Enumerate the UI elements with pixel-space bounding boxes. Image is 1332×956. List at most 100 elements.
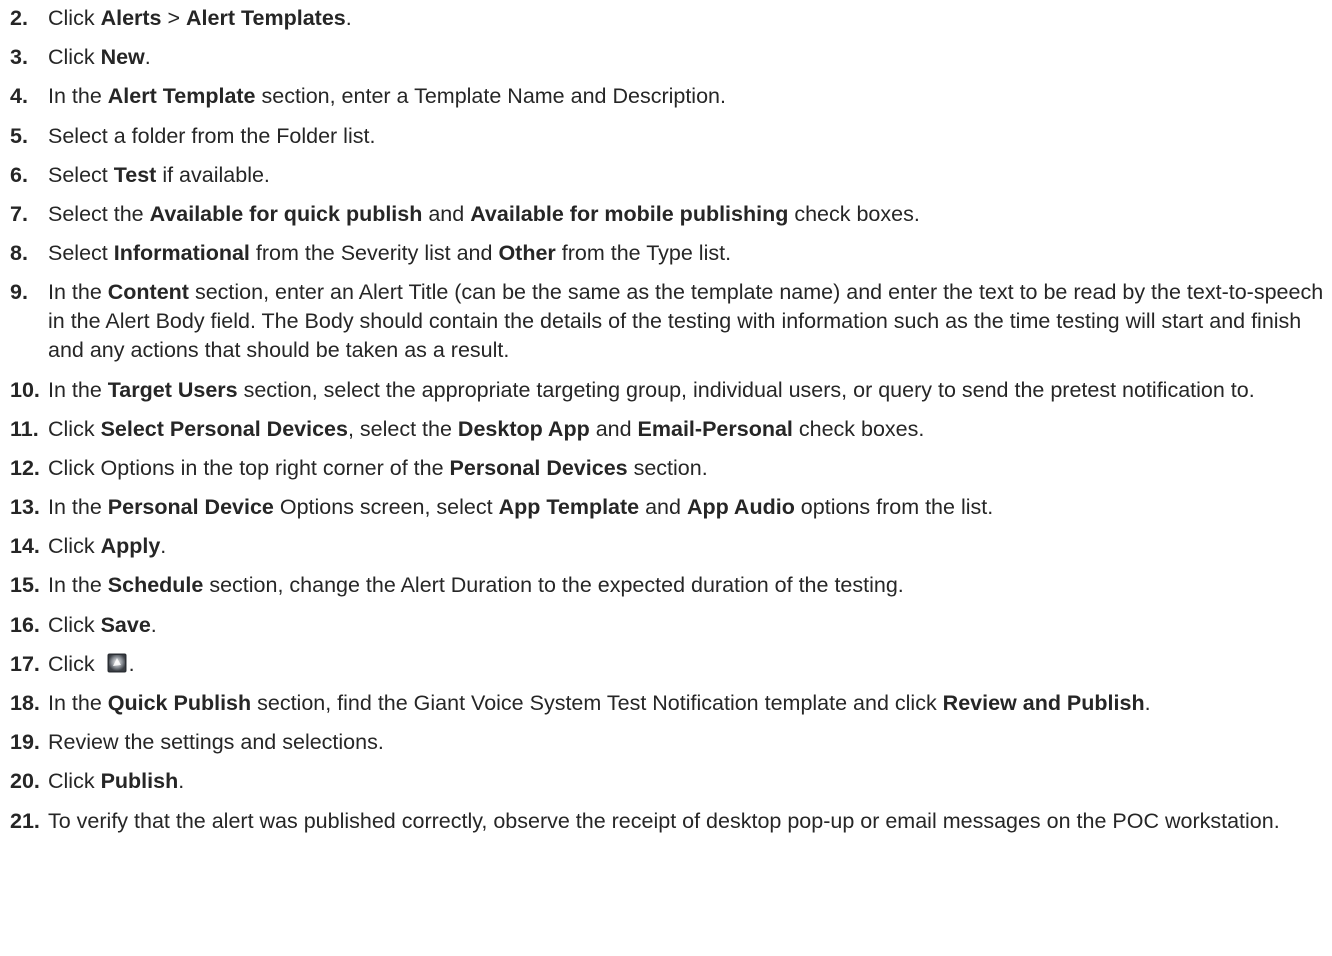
step-text: Select Informational from the Severity l… [48,241,731,265]
step-fragment: To verify that the alert was published c… [48,808,1280,833]
step-fragment: from the Type list. [555,241,732,266]
step-text: Click Publish. [48,769,184,793]
step-fragment: Click [48,534,101,559]
step-text: In the Alert Template section, enter a T… [48,84,726,108]
step-number: 17. [10,651,40,676]
step-number: 4. [10,84,28,109]
step-item: 19. Review the settings and selections. [10,728,1332,757]
step-fragment: Click [48,651,101,676]
step-fragment: . [128,651,135,676]
step-number: 14. [10,534,40,559]
step-item: 10. In the Target Users section, select t… [10,376,1332,405]
step-fragment: and [422,201,471,226]
step-fragment: Click [48,416,101,441]
step-item: 16. Click Save. [10,611,1332,640]
step-text: Click . [48,652,135,676]
step-fragment: Select the [48,201,150,226]
step-item: 4. In the Alert Template section, enter a… [10,82,1332,111]
step-fragment: In the [48,84,108,109]
step-emphasis: Other [498,241,556,266]
step-item: 9. In the Content section, enter an Alert… [10,278,1332,365]
step-fragment: Select [48,241,114,266]
step-text: Click Apply. [48,534,166,558]
step-text: In the Target Users section, select the … [48,378,1255,402]
step-number: 7. [10,201,28,226]
step-text: Click Select Personal Devices, select th… [48,417,924,441]
step-item: 18. In the Quick Publish section, find th… [10,689,1332,718]
step-emphasis: Personal Device [107,495,274,520]
step-emphasis: App Audio [686,495,795,520]
step-fragment: In the [48,691,108,715]
step-item: 15. In the Schedule section, change the A… [10,571,1332,600]
step-emphasis: App Template [498,495,640,520]
step-item: 20. Click Publish. [10,767,1332,796]
step-item: 11. Click Select Personal Devices, select… [10,415,1332,444]
step-item: 7. Select the Available for quick publish… [10,200,1332,229]
step-fragment: and [589,416,638,441]
step-fragment: section, change the Alert Duration to th… [203,573,904,598]
step-text: Click Save. [48,613,157,637]
step-text: Review the settings and selections. [48,730,384,754]
step-item: 14. Click Apply. [10,532,1332,561]
step-fragment: Select a folder from the Folder list. [48,123,376,148]
step-number: 16. [10,612,40,637]
step-fragment: options from the list. [794,495,994,520]
step-number: 20. [10,769,40,794]
step-text: In the Schedule section, change the Aler… [48,573,904,597]
step-item: 8. Select Informational from the Severity… [10,239,1332,268]
step-item: 6. Select Test if available. [10,161,1332,190]
step-emphasis: Schedule [107,573,204,598]
step-fragment: , select the [347,416,458,441]
step-number: 18. [10,691,40,715]
step-fragment: In the [48,280,108,305]
step-emphasis: Publish [100,769,179,794]
step-text: Click Options in the top right corner of… [48,456,708,480]
step-text: Click New. [48,45,151,69]
step-text: In the Quick Publish section, find the G… [48,691,1151,715]
step-number: 3. [10,45,28,70]
step-emphasis: Content [107,280,189,305]
step-emphasis: Informational [113,241,250,266]
step-text: To verify that the alert was published c… [48,809,1280,833]
step-number: 8. [10,241,28,266]
step-item: 3. Click New. [10,43,1332,72]
step-text: Select the Available for quick publish a… [48,202,920,226]
step-item: 5. Select a folder from the Folder list. [10,122,1332,151]
step-emphasis: Desktop App [457,416,590,441]
step-fragment: if available. [156,162,270,187]
step-item: 12. Click Options in the top right corner… [10,454,1332,483]
step-emphasis: Select Personal Devices [100,416,348,441]
step-emphasis: Email-Personal [637,416,793,441]
step-fragment: section, select the appropriate targetin… [237,377,1255,402]
step-number: 21. [10,808,40,833]
step-fragment: check boxes. [792,416,925,441]
step-fragment: Click [48,6,101,30]
step-fragment: Options screen, select [273,495,499,520]
step-fragment: . [150,612,157,637]
step-fragment: . [1144,691,1151,715]
step-number: 19. [10,730,40,755]
step-text: Click Alerts > Alert Templates. [48,6,352,30]
step-fragment: section, enter an Alert Title (can be th… [48,280,1324,363]
step-fragment: Review the settings and selections. [48,730,384,755]
step-fragment: Click [48,769,101,794]
step-text: Select a folder from the Folder list. [48,124,375,148]
step-text: In the Content section, enter an Alert T… [48,280,1323,362]
step-emphasis: Review and Publish [942,691,1145,715]
step-item: 2. Click Alerts > Alert Templates. [10,4,1332,33]
step-emphasis: Quick Publish [107,691,252,715]
step-emphasis: New [100,45,145,70]
quick-publish-icon [107,652,127,673]
procedure-steps-list: 2. Click Alerts > Alert Templates. 3. Click… [0,0,1332,836]
step-emphasis: Available for quick publish [149,201,423,226]
step-item: 13. In the Personal Device Options screen… [10,493,1332,522]
step-fragment: from the Severity list and [249,241,499,266]
step-emphasis: Apply [100,534,161,559]
step-text: Select Test if available. [48,163,270,187]
step-emphasis: Personal Devices [449,455,628,480]
step-emphasis: Test [113,162,157,187]
step-number: 15. [10,573,40,598]
step-emphasis: Save [100,612,151,637]
step-number: 2. [10,6,28,30]
step-number: 13. [10,495,40,520]
